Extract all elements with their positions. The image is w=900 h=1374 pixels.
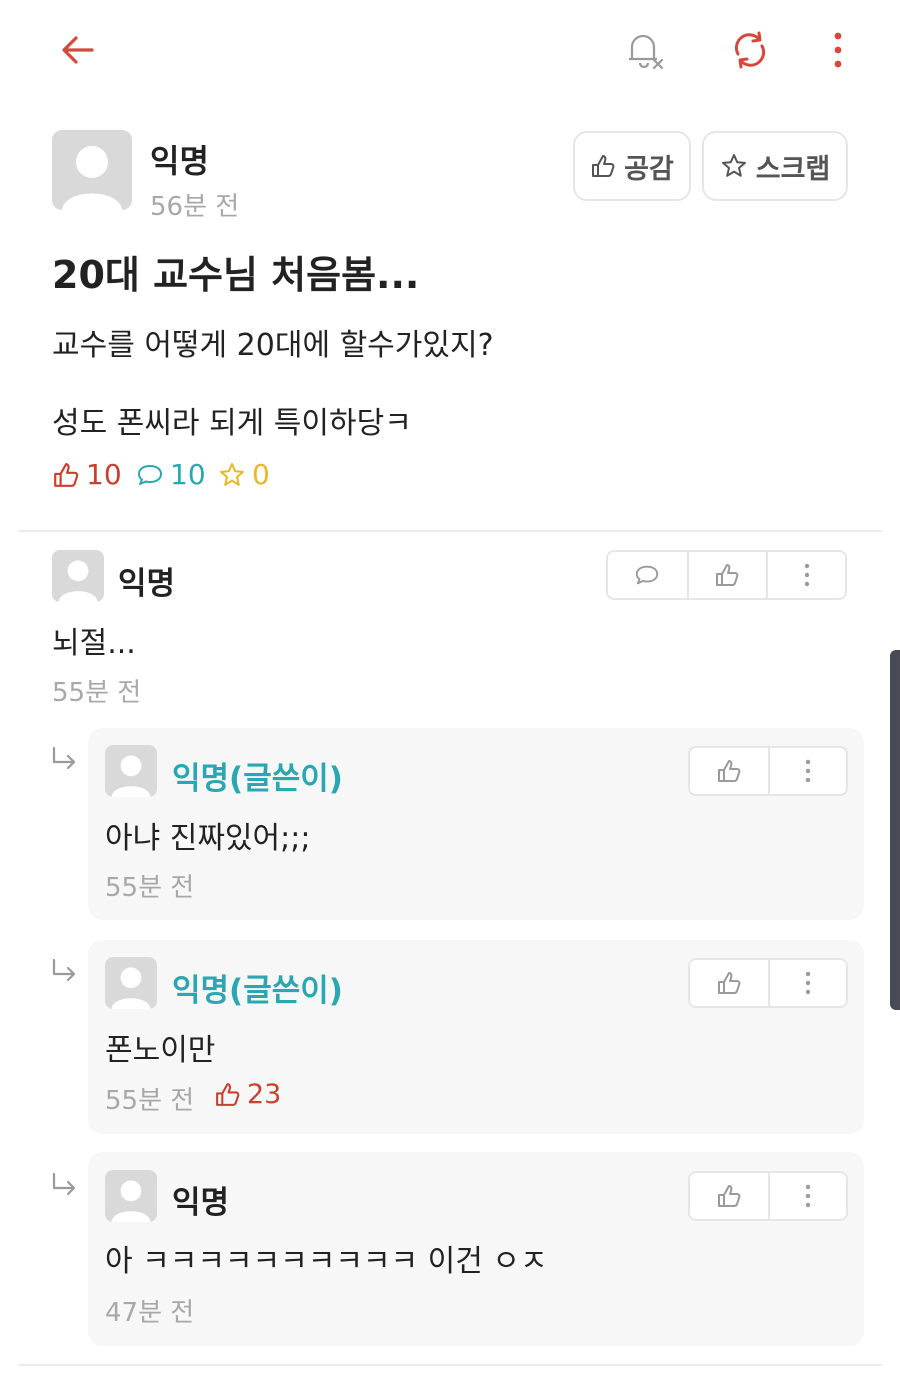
thumbs-up-icon xyxy=(717,972,741,994)
comment-more-button[interactable] xyxy=(767,1173,846,1219)
reply-arrow-icon xyxy=(52,1172,76,1196)
notification-toggle-button[interactable] xyxy=(616,22,672,78)
comment-actions xyxy=(606,550,847,600)
comment-time: 55분 전 xyxy=(52,678,142,708)
more-vertical-icon xyxy=(805,971,811,995)
reply-arrow-icon xyxy=(52,746,76,770)
reply-arrow-icon xyxy=(52,958,76,982)
bell-off-icon xyxy=(629,34,664,70)
comment-author: 익명 xyxy=(172,1185,230,1221)
more-menu-button[interactable] xyxy=(810,22,866,78)
thumbs-up-icon xyxy=(592,155,615,177)
post-body-line-1: 교수를 어떻게 20대에 할수가있지? xyxy=(52,328,494,363)
author-avatar xyxy=(52,130,132,210)
scrollbar-thumb[interactable] xyxy=(890,650,900,1010)
comment-author: 익명(글쓴이) xyxy=(172,973,343,1009)
comment-actions xyxy=(688,958,848,1008)
comment-time: 55분 전 xyxy=(105,873,195,903)
post-time: 56분 전 xyxy=(150,192,240,222)
thumbs-up-icon xyxy=(716,564,739,586)
comment-more-button[interactable] xyxy=(766,552,845,598)
more-vertical-icon xyxy=(805,759,811,783)
comment-text: 폰노이만 xyxy=(105,1033,216,1068)
default-avatar-icon xyxy=(58,560,98,602)
star-icon xyxy=(220,462,244,486)
refresh-icon xyxy=(734,31,766,69)
comment-actions xyxy=(688,746,848,796)
post-scrap-button[interactable]: 스크랩 xyxy=(702,131,848,201)
comment-author: 익명 xyxy=(118,566,176,602)
post-author: 익명 xyxy=(150,142,209,180)
comment-like-button[interactable] xyxy=(690,748,768,794)
more-vertical-icon xyxy=(804,563,809,587)
post-scrap-count-value: 0 xyxy=(252,458,270,491)
post-scrap-label: 스크랩 xyxy=(755,153,831,185)
comment-like-button[interactable] xyxy=(690,960,768,1006)
comment-avatar xyxy=(52,550,104,602)
default-avatar-icon xyxy=(111,755,151,797)
reply-button[interactable] xyxy=(608,552,687,598)
back-button[interactable] xyxy=(50,22,106,78)
comment-like-button[interactable] xyxy=(690,1173,768,1219)
comment-time: 47분 전 xyxy=(105,1298,195,1328)
comment-like-count-value: 23 xyxy=(247,1079,282,1110)
comment-text: 아냐 진짜있어;;; xyxy=(105,821,311,856)
post-body-line-2: 성도 폰씨라 되게 특이하당ㅋ xyxy=(52,406,412,441)
comment-time: 55분 전 xyxy=(105,1086,195,1116)
post-comment-count: 10 xyxy=(136,458,206,491)
thumbs-up-icon xyxy=(54,462,79,487)
post-comment-count-value: 10 xyxy=(170,458,206,491)
post-like-count: 10 xyxy=(52,458,122,491)
comment-like-count: 23 xyxy=(214,1079,281,1110)
star-icon xyxy=(721,154,746,177)
thumbs-up-icon xyxy=(216,1083,240,1106)
post-like-label: 공감 xyxy=(624,153,674,185)
comment-like-button[interactable] xyxy=(686,552,766,598)
bottom-divider xyxy=(18,1364,882,1366)
post-like-button[interactable]: 공감 xyxy=(573,131,691,201)
comment-avatar xyxy=(105,1170,157,1222)
comment-text: 아 ㅋㅋㅋㅋㅋㅋㅋㅋㅋㅋ 이건 ㅇㅈ xyxy=(105,1244,548,1279)
post-title: 20대 교수님 처음봄... xyxy=(52,253,420,297)
post-scrap-count: 0 xyxy=(218,458,270,491)
comment-author: 익명(글쓴이) xyxy=(172,761,343,797)
more-vertical-icon xyxy=(834,32,842,68)
post-divider xyxy=(18,530,882,532)
post-like-count-value: 10 xyxy=(86,458,122,491)
comment-more-button[interactable] xyxy=(767,960,846,1006)
default-avatar-icon xyxy=(111,1180,151,1222)
comment-avatar xyxy=(105,745,157,797)
comment-icon xyxy=(636,565,659,585)
more-vertical-icon xyxy=(805,1184,811,1208)
refresh-button[interactable] xyxy=(722,22,778,78)
thumbs-up-icon xyxy=(717,760,741,782)
thumbs-up-icon xyxy=(717,1185,741,1207)
comment-more-button[interactable] xyxy=(767,748,846,794)
default-avatar-icon xyxy=(62,146,122,210)
comment-avatar xyxy=(105,957,157,1009)
comment-actions xyxy=(688,1171,848,1221)
arrow-left-icon xyxy=(62,36,94,64)
default-avatar-icon xyxy=(111,967,151,1009)
comment-text: 뇌절... xyxy=(52,626,136,661)
comment-icon xyxy=(138,464,162,485)
